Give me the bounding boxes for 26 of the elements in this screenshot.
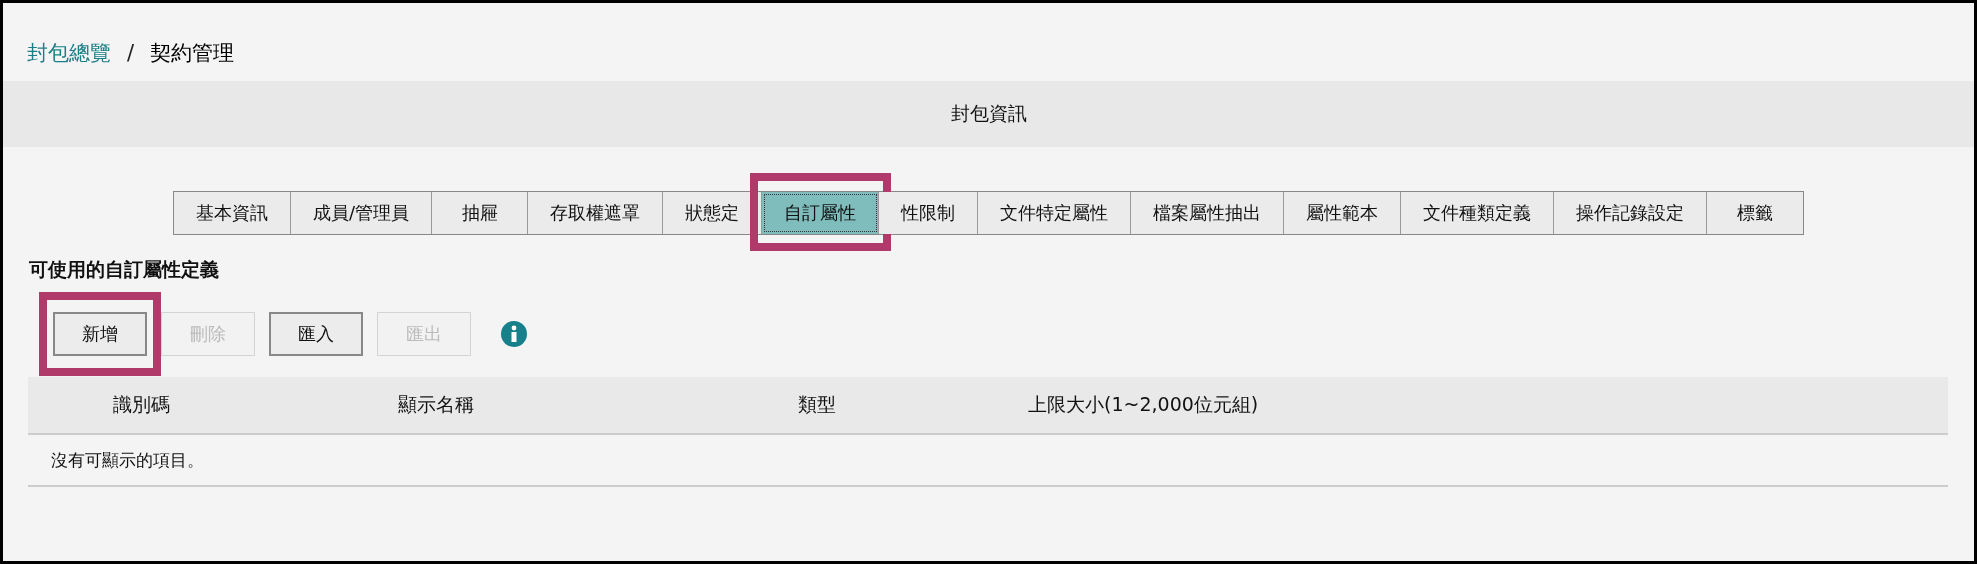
tab[interactable]: 自訂屬性 [762,192,880,234]
tab[interactable]: 操作記錄設定 [1554,192,1708,234]
info-icon[interactable] [501,321,527,347]
breadcrumb-current: 契約管理 [150,40,235,67]
tab[interactable]: 存取權遮罩 [528,192,664,234]
tab[interactable]: 屬性範本 [1284,192,1402,234]
tab[interactable]: 標籤 [1707,192,1804,234]
tab[interactable]: 狀態定 [663,192,763,234]
panel-header: 封包資訊 [3,81,1974,147]
empty-message: 沒有可顯示的項目。 [50,448,204,472]
tab[interactable]: 抽屜 [432,192,529,234]
tab[interactable]: 文件特定屬性 [978,192,1132,234]
section-title: 可使用的自訂屬性定義 [29,257,220,282]
breadcrumb-separator: / [127,41,135,65]
tab[interactable]: 檔案屬性抽出 [1131,192,1285,234]
column-header: 類型 [797,392,837,417]
breadcrumb-link[interactable]: 封包總覽 [27,39,111,67]
tab[interactable]: 成員/管理員 [290,192,433,234]
column-header: 顯示名稱 [397,392,475,417]
column-header: 上限大小(1~2,000位元組) [1027,392,1260,417]
toolbar-button[interactable]: 匯入 [269,312,363,356]
toolbar-button[interactable]: 新增 [53,312,147,356]
tab[interactable]: 基本資訊 [173,192,291,234]
tab[interactable]: 性限制 [879,192,979,234]
tab[interactable]: 文件種類定義 [1401,192,1555,234]
column-header: 識別碼 [112,392,171,417]
